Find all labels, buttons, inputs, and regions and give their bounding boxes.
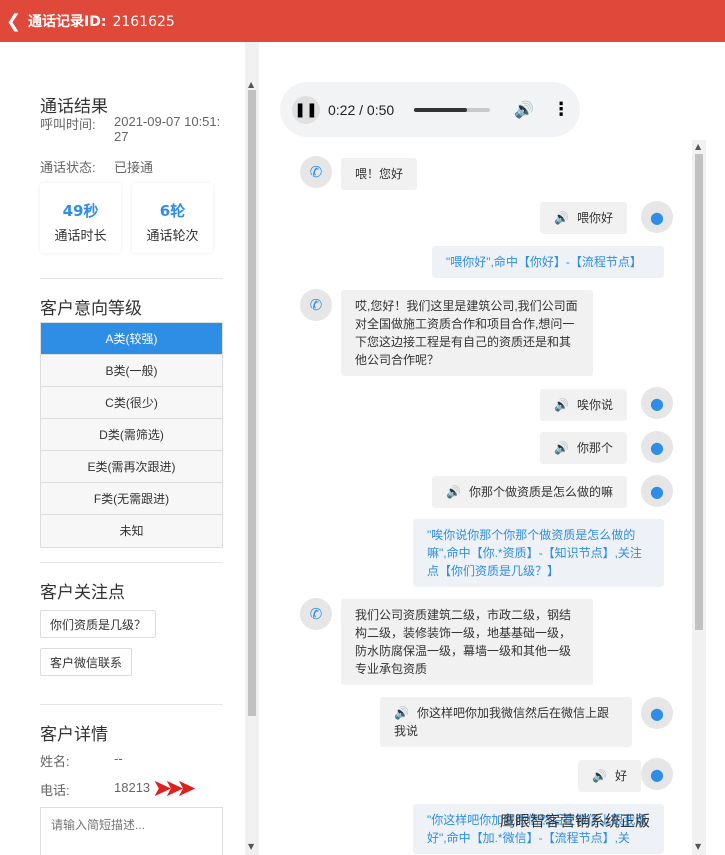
speaker-icon[interactable]: 🔊 <box>394 704 409 722</box>
level-d[interactable]: D类(需筛选) <box>41 419 222 451</box>
duration-stat: 49秒 通话时长 <box>40 183 121 253</box>
agent-message: 我们公司资质建筑二级，市政二级，钢结构二级，装修装饰一级，地基基础一级，防水防腐… <box>341 599 593 685</box>
hit-note: "喂你好",命中【你好】-【流程节点】 <box>432 246 664 278</box>
user-avatar-icon: ● <box>641 387 673 419</box>
name-label: 姓名: <box>40 754 70 769</box>
user-avatar-icon: ● <box>641 697 673 729</box>
left-scrollbar[interactable]: ▲ ▼ <box>245 42 259 855</box>
level-c[interactable]: C类(很少) <box>41 387 222 419</box>
rounds-value: 6轮 <box>159 202 186 220</box>
level-b[interactable]: B类(一般) <box>41 355 222 387</box>
phone-label: 电话: <box>40 783 70 798</box>
scroll-up-icon[interactable]: ▲ <box>695 142 701 151</box>
audio-player: ❚❚ 0:22 / 0:50 🔊 ⋮ <box>280 82 580 137</box>
scroll-down-icon[interactable]: ▼ <box>248 842 254 851</box>
speaker-icon[interactable]: 🔊 <box>554 439 569 457</box>
level-e[interactable]: E类(需再次跟进) <box>41 451 222 483</box>
rounds-stat: 6轮 通话轮次 <box>132 183 213 253</box>
customer-message: 🔊 你那个 <box>540 432 627 464</box>
audio-time: 0:22 / 0:50 <box>328 101 395 118</box>
intent-title: 客户意向等级 <box>40 299 142 318</box>
divider <box>40 704 223 705</box>
customer-message: 🔊 喂你好 <box>540 202 627 234</box>
more-options-icon[interactable]: ⋮ <box>552 99 570 120</box>
agent-message: 喂！您好 <box>341 158 418 190</box>
call-status-value: 已接通 <box>114 160 154 175</box>
audio-progress-fill <box>414 107 468 112</box>
pause-button[interactable]: ❚❚ <box>292 95 320 124</box>
divider <box>40 278 223 279</box>
customer-message: 🔊 好 <box>578 760 641 792</box>
message-text: 唉你说 <box>576 398 613 412</box>
conversation-panel: ❚❚ 0:22 / 0:50 🔊 ⋮ ✆ 喂！您好 🔊 喂你好 ● "喂你好",命… <box>259 42 725 855</box>
divider <box>40 562 223 563</box>
scroll-down-icon[interactable]: ▼ <box>695 842 701 851</box>
phone-icon: ✆ <box>300 598 332 630</box>
arrow-annotation-icon: ➤➤➤ <box>152 774 196 802</box>
level-a[interactable]: A类(较强) <box>41 323 222 355</box>
call-status-label: 通话状态: <box>40 160 96 175</box>
level-unknown[interactable]: 未知 <box>41 515 222 547</box>
customer-message: 🔊 唉你说 <box>540 389 627 421</box>
user-avatar-icon: ● <box>641 758 673 790</box>
audio-progress-slider[interactable] <box>414 107 491 112</box>
duration-value: 49秒 <box>62 202 99 220</box>
focus-tag[interactable]: 客户微信联系 <box>40 648 133 676</box>
details-title: 客户详情 <box>40 725 108 744</box>
duration-label: 通话时长 <box>54 228 107 243</box>
message-text: 你那个 <box>576 441 613 455</box>
description-textarea[interactable] <box>40 807 223 855</box>
user-avatar-icon: ● <box>641 431 673 463</box>
scroll-thumb[interactable] <box>695 154 703 630</box>
speaker-icon[interactable]: 🔊 <box>446 483 461 501</box>
speaker-icon[interactable]: 🔊 <box>554 209 569 227</box>
message-text: 喂你好 <box>576 211 613 225</box>
scroll-thumb[interactable] <box>248 90 256 716</box>
phone-icon: ✆ <box>300 289 332 321</box>
intent-level-list: A类(较强) B类(一般) C类(很少) D类(需筛选) E类(需再次跟进) F… <box>40 322 223 548</box>
back-arrow-icon[interactable]: ❮ <box>6 11 26 32</box>
phone-value: 18213 <box>114 780 151 795</box>
chat-scrollbar[interactable]: ▲ ▼ <box>692 140 706 855</box>
left-panel: 通话结果 呼叫时间: 2021-09-07 10:51:27 通话状态: 已接通… <box>0 42 245 855</box>
top-bar: ❮ 通话记录ID: 2161625 <box>0 0 725 42</box>
speaker-icon[interactable]: 🔊 <box>554 396 569 414</box>
rounds-label: 通话轮次 <box>146 228 199 243</box>
volume-icon[interactable]: 🔊 <box>514 100 534 119</box>
message-text: 你这样吧你加我微信然后在微信上跟我说 <box>394 706 609 738</box>
watermark-text: 鹰眼智客营销系统正版 <box>500 813 651 830</box>
message-text: 你那个做资质是怎么做的嘛 <box>468 485 613 499</box>
user-avatar-icon: ● <box>641 201 673 233</box>
speaker-icon[interactable]: 🔊 <box>592 767 607 785</box>
hit-note: "唉你说你那个你那个做资质是怎么做的嘛",命中【你.*资质】-【知识节点】,关注… <box>413 519 664 587</box>
record-id: 2161625 <box>112 14 175 30</box>
call-time-label: 呼叫时间: <box>40 117 96 132</box>
name-value: -- <box>114 751 123 766</box>
level-f[interactable]: F类(无需跟进) <box>41 483 222 515</box>
customer-message: 🔊 你那个做资质是怎么做的嘛 <box>432 476 627 508</box>
focus-title: 客户关注点 <box>40 583 125 602</box>
customer-message: 🔊 你这样吧你加我微信然后在微信上跟我说 <box>380 697 632 747</box>
phone-icon: ✆ <box>300 156 332 188</box>
agent-message: 哎,您好！我们这里是建筑公司,我们公司面对全国做施工资质合作和项目合作,想问一下… <box>341 290 593 376</box>
focus-tag[interactable]: 你们资质是几级？ <box>40 610 157 638</box>
message-text: 好 <box>614 769 627 783</box>
scroll-up-icon[interactable]: ▲ <box>248 80 254 89</box>
call-time-value: 2021-09-07 10:51:27 <box>114 114 221 144</box>
user-avatar-icon: ● <box>641 475 673 507</box>
page-title: 通话记录ID: 2161625 <box>28 14 175 30</box>
